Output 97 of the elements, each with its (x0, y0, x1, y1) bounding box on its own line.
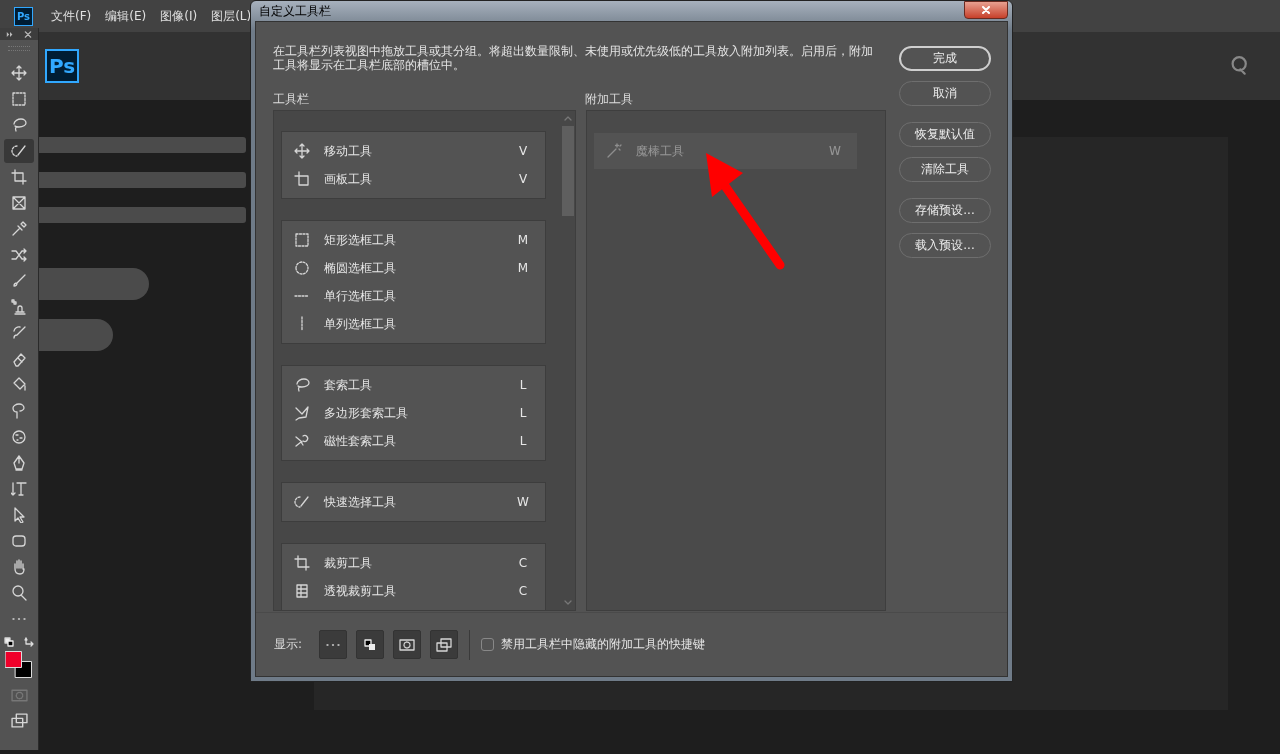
crop-icon (294, 555, 310, 571)
swap-colors-icon[interactable] (24, 637, 34, 647)
quick-mask-icon (399, 636, 416, 653)
pointer-arrow-icon (11, 507, 27, 523)
close-icon (981, 6, 991, 14)
crossed-arrows-icon (11, 247, 27, 263)
pen-icon (11, 455, 27, 471)
tool-name: 矩形选框工具 (324, 231, 397, 249)
dialog-button[interactable]: 载入预设... (899, 233, 991, 258)
more-icon (325, 642, 342, 647)
shortcut-key: C (515, 584, 531, 598)
menu-item[interactable]: 编辑(E) (105, 7, 147, 25)
scrollbar-thumb[interactable] (562, 126, 574, 216)
move-icon (294, 143, 310, 159)
tool-name: 磁性套索工具 (324, 432, 397, 450)
tool-group[interactable]: 套索工具 L 多边形套索工具 L 磁性套索工具 L (281, 365, 546, 461)
perspective-grid-icon (294, 583, 310, 599)
color-swatches[interactable] (5, 651, 33, 679)
shortcut-key: L (515, 378, 531, 392)
app-logo[interactable]: Ps (14, 6, 33, 26)
shortcut-key: V (515, 144, 531, 158)
tool-group[interactable]: 快速选择工具 W (281, 482, 546, 522)
toggle-button[interactable] (430, 630, 459, 659)
default-colors-icon[interactable] (4, 637, 14, 647)
dashed-line-icon (294, 294, 310, 298)
lasso-icon (11, 117, 27, 133)
dashed-rectangle-icon (294, 232, 310, 248)
app-logo: Ps (45, 49, 79, 83)
panel-grip[interactable] (8, 46, 30, 51)
sponge-icon (11, 429, 27, 445)
shortcut-key: W (515, 495, 531, 509)
eyedropper-icon (11, 221, 27, 237)
expand-icon[interactable] (6, 30, 14, 38)
brush-selection-icon (11, 143, 27, 159)
tool-name: 多边形套索工具 (324, 404, 409, 422)
more-icon (11, 617, 27, 621)
tool-button[interactable] (4, 139, 34, 163)
tool-name: 椭圆选框工具 (324, 259, 397, 277)
tool-name: 移动工具 (324, 142, 373, 160)
tool-name: 画板工具 (324, 170, 373, 188)
checkbox-label: 禁用工具栏中隐藏的附加工具的快捷键 (501, 636, 706, 653)
artboard-icon (294, 171, 310, 187)
dashed-rectangle-icon (11, 91, 27, 107)
menu-item[interactable]: 图层(L) (211, 7, 252, 25)
zoom-icon (11, 585, 27, 601)
magic-wand-icon (606, 143, 622, 159)
brush-selection-icon (294, 494, 310, 510)
brush-icon (11, 273, 27, 289)
history-brush-icon (11, 325, 27, 341)
toggle-button[interactable] (319, 630, 348, 659)
checkbox[interactable] (481, 638, 495, 651)
close-icon[interactable] (24, 30, 32, 38)
tool-name: 透视裁剪工具 (324, 582, 397, 600)
tool-group[interactable]: 移动工具 V 画板工具 V (281, 131, 546, 199)
section-label: 工具栏 (273, 91, 310, 108)
tool-name: 快速选择工具 (324, 493, 397, 511)
lasso-icon (294, 377, 310, 393)
dialog-button[interactable]: 取消 (899, 81, 991, 106)
description-text: 在工具栏列表视图中拖放工具或其分组。将超出数量限制、未使用或优先级低的工具放入附加列表。启用后，附加工具将显示在工具栏底部的槽位中。 (273, 44, 874, 72)
dialog-button[interactable]: 恢复默认值 (899, 122, 991, 147)
toggle-button[interactable] (393, 630, 422, 659)
show-label: 显示: (274, 636, 303, 653)
crop-icon (11, 169, 27, 185)
dialog-button[interactable]: 完成 (899, 46, 991, 71)
dialog-button[interactable]: 存储预设... (899, 198, 991, 223)
eraser-icon (11, 351, 27, 367)
menu-item[interactable]: 图像(I) (160, 7, 198, 25)
dialog-button[interactable]: 清除工具 (899, 157, 991, 182)
window-title: 自定义工具栏 (258, 2, 331, 20)
tool-name: 单列选框工具 (324, 315, 397, 333)
toggle-button[interactable] (356, 630, 385, 659)
menu-item[interactable]: 文件(F) (51, 7, 92, 25)
screen-mode-icon[interactable] (10, 712, 28, 729)
move-icon (11, 65, 27, 81)
shortcut-key: L (515, 434, 531, 448)
tool-name: 套索工具 (324, 376, 373, 394)
polygon-lasso-icon (294, 405, 310, 421)
screen-mode-icon (436, 636, 453, 653)
tool-name: 单行选框工具 (324, 287, 397, 305)
tool-group[interactable]: 裁剪工具 C 透视裁剪工具 C (281, 543, 546, 610)
shortcut-key: W (827, 144, 843, 158)
dashed-vertical-line-icon (300, 316, 304, 332)
type-icon (11, 481, 27, 497)
shortcut-key: L (515, 406, 531, 420)
stamp-icon (11, 299, 27, 315)
tool-name: 魔棒工具 (636, 142, 685, 160)
shortcut-key: C (515, 556, 531, 570)
shortcut-key: M (515, 261, 531, 275)
frame-icon (11, 195, 27, 211)
shortcut-key: M (515, 233, 531, 247)
paint-bucket-icon (11, 377, 27, 393)
section-label: 附加工具 (585, 91, 633, 108)
tool-group[interactable]: 矩形选框工具 M 椭圆选框工具 M 单行选框工具 单列选框工具 (281, 220, 546, 344)
shortcut-key: V (515, 172, 531, 186)
hand-icon (11, 559, 27, 575)
close-button[interactable] (964, 1, 1008, 19)
tool-name: 裁剪工具 (324, 554, 373, 572)
